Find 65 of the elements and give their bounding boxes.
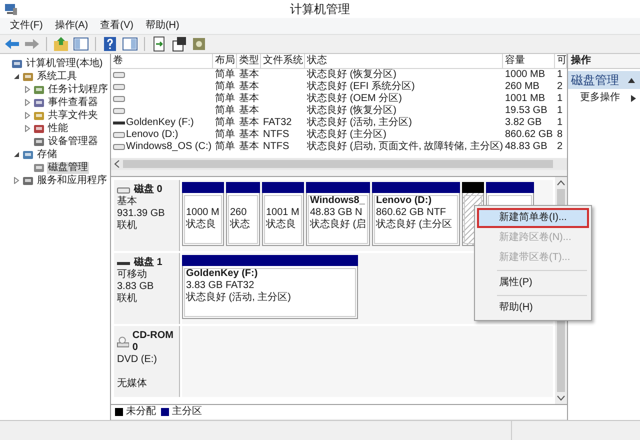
partition-name: Windows8_: [310, 195, 366, 207]
table-cell: 简单: [215, 105, 235, 117]
window-title: 计算机管理: [290, 0, 350, 18]
table-cell: 1: [557, 105, 563, 117]
table-cell: Lenovo (D:): [126, 129, 178, 141]
table-cell: FAT32: [263, 117, 292, 129]
table-cell: 1001 MB: [505, 93, 546, 105]
partition-info: 48.83 GB N: [310, 207, 364, 218]
table-cell: 8: [557, 129, 563, 141]
actions-header: 操作: [568, 54, 640, 69]
disk-info: 基本: [117, 196, 138, 208]
table-cell: Windows8_OS (C:): [126, 141, 212, 153]
disk-info: 3.83 GB: [117, 281, 155, 292]
table-cell: 简单: [215, 69, 235, 81]
disk-info: 联机: [117, 293, 138, 305]
disk-info: 联机: [117, 220, 138, 232]
table-cell: 2: [557, 81, 563, 93]
table-cell: 简单: [215, 93, 235, 105]
table-cell: 基本: [239, 69, 259, 81]
partition-info: 1001 M: [266, 207, 300, 218]
table-cell: 基本: [239, 117, 259, 129]
table-cell: 860.62 GB: [505, 129, 553, 141]
table-cell: 简单: [215, 81, 235, 93]
table-cell: GoldenKey (F:): [126, 117, 194, 129]
partition-info: 260: [230, 207, 248, 218]
table-cell: 1: [557, 117, 563, 129]
disk-info: DVD (E:): [117, 354, 158, 366]
table-cell: 1: [557, 69, 563, 81]
disk-info: 可移动: [117, 269, 148, 281]
table-cell: 260 MB: [505, 81, 540, 93]
table-cell: 简单: [215, 129, 235, 141]
table-cell: 基本: [239, 129, 259, 141]
disk-name: CD-ROM 0: [132, 330, 174, 354]
partition-info: 状态: [230, 219, 251, 231]
partition-name: GoldenKey (F:): [186, 268, 259, 280]
partition-name: Lenovo (D:): [376, 195, 433, 207]
partition-info: 状态良好 (主分区: [376, 219, 454, 231]
table-cell: 48.83 GB: [505, 141, 548, 153]
partition-info: 状态良: [266, 219, 297, 231]
partition-info: 状态良: [186, 219, 217, 231]
partition-info: 860.62 GB NTF: [376, 207, 448, 218]
table-cell: 19.53 GB: [505, 105, 548, 117]
table-cell: 基本: [239, 93, 259, 105]
table-cell: 1000 MB: [505, 69, 546, 81]
table-cell: 3.82 GB: [505, 117, 542, 129]
table-cell: NTFS: [263, 129, 290, 141]
partition-info: 状态良好 (启: [310, 219, 367, 231]
disk-name: 磁盘 0: [134, 184, 162, 196]
disk-info: 931.39 GB: [117, 208, 166, 220]
table-cell: 基本: [239, 81, 259, 93]
table-cell: 简单: [215, 141, 235, 153]
table-cell: NTFS: [263, 141, 290, 153]
partition-info: 1000 M: [186, 207, 220, 218]
table-cell: 基本: [239, 141, 259, 153]
legend-label: 主分区: [172, 406, 202, 418]
action-section-title: 磁盘管理: [571, 73, 619, 87]
table-cell: 简单: [215, 117, 235, 129]
disk-name: 磁盘 1: [134, 257, 162, 269]
table-cell: 1: [557, 93, 563, 105]
legend-label: 未分配: [126, 406, 156, 418]
table-cell: 2: [557, 141, 563, 153]
disk-media-status: 无媒体: [117, 378, 148, 390]
table-cell: 基本: [239, 105, 259, 117]
partition-info: 状态良好 (活动, 主分区): [186, 292, 292, 304]
partition-info: 3.83 GB FAT32: [186, 280, 256, 292]
